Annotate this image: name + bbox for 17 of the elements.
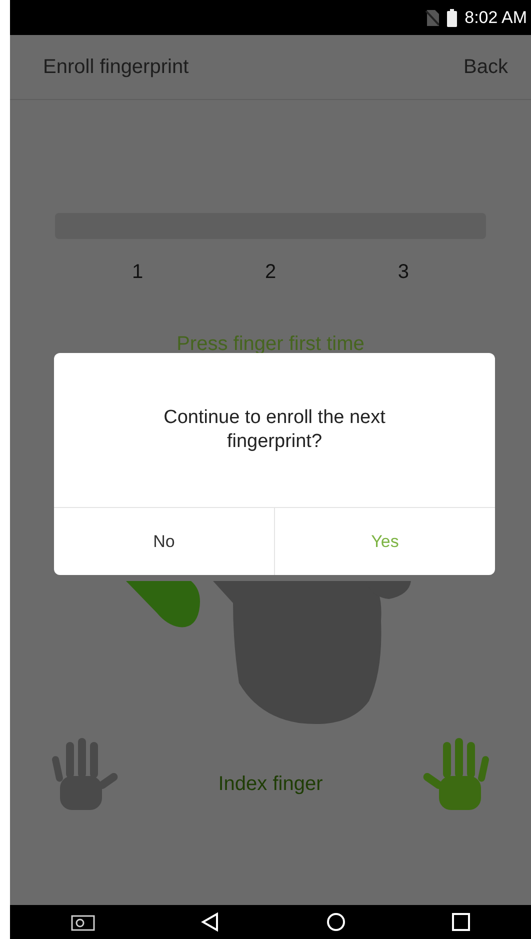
step-number: 3 [398, 260, 409, 285]
dialog-message: Continue to enroll the next fingerprint? [162, 406, 386, 454]
step-number: 2 [264, 260, 276, 285]
clock: 8:02 AM [464, 6, 527, 29]
dialog-button[interactable]: No [54, 508, 274, 575]
dialog-button[interactable]: Yes [274, 508, 495, 575]
recents-icon[interactable] [452, 913, 470, 931]
prompt-text: Press finger first time [176, 332, 364, 357]
back-button[interactable]: Back [464, 52, 508, 82]
no-sim-icon [424, 10, 439, 26]
camera-icon[interactable] [71, 913, 96, 931]
back-icon[interactable] [201, 912, 220, 932]
battery-icon [446, 8, 457, 26]
screen-title: Enroll fingerprint [43, 55, 189, 80]
finger-label: Index finger [218, 772, 323, 797]
step-number: 1 [132, 260, 144, 285]
home-icon[interactable] [326, 912, 346, 932]
